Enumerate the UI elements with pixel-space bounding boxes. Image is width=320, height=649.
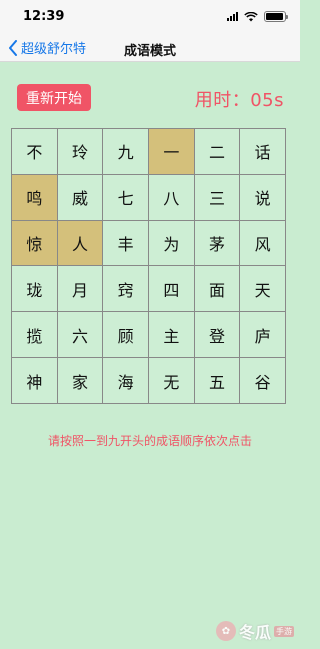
- grid-cell[interactable]: 面: [194, 266, 240, 312]
- grid-cell[interactable]: 无: [149, 358, 194, 403]
- grid-cell[interactable]: 天: [240, 266, 285, 312]
- grid-cell[interactable]: 四: [149, 266, 194, 312]
- grid-cell[interactable]: 五: [194, 358, 240, 403]
- status-bar: 12:39: [0, 0, 300, 34]
- battery-icon: [264, 11, 288, 22]
- elapsed-timer: 用时：05s: [194, 90, 284, 111]
- grid-cell[interactable]: 惊: [12, 220, 57, 266]
- grid-cell[interactable]: 玲: [57, 129, 103, 174]
- grid-cell[interactable]: 三: [194, 174, 240, 220]
- wifi-icon: [244, 11, 258, 21]
- status-icons: [227, 11, 288, 22]
- instruction-text: 请按照一到九开头的成语顺序依次点击: [47, 434, 252, 448]
- grid-cell[interactable]: 二: [194, 129, 240, 174]
- grid-cell[interactable]: 海: [103, 358, 148, 403]
- grid-cell[interactable]: 谷: [240, 358, 285, 403]
- grid-cell[interactable]: 神: [12, 358, 57, 403]
- watermark-logo-icon: ✿: [215, 621, 236, 641]
- grid-cell[interactable]: 说: [240, 174, 285, 220]
- grid-cell[interactable]: 丰: [103, 220, 148, 266]
- grid-cell[interactable]: 庐: [240, 312, 285, 358]
- grid-cell[interactable]: 风: [240, 220, 285, 266]
- grid-cell[interactable]: 顾: [103, 312, 148, 358]
- navigation-bar: 超级舒尔特 成语模式: [0, 34, 300, 62]
- watermark-sub: 手游: [274, 625, 294, 637]
- grid-cell[interactable]: 揽: [12, 312, 57, 358]
- grid-cell[interactable]: 为: [149, 220, 194, 266]
- status-time: 12:39: [23, 9, 65, 24]
- grid-cell[interactable]: 八: [149, 174, 194, 220]
- grid-cell[interactable]: 话: [240, 129, 285, 174]
- watermark-brand: 冬瓜: [238, 623, 271, 642]
- grid-cell[interactable]: 七: [103, 174, 148, 220]
- grid-cell[interactable]: 一: [149, 129, 194, 174]
- signal-icon: [227, 12, 238, 21]
- grid-cell[interactable]: 威: [57, 174, 103, 220]
- grid-cell[interactable]: 登: [194, 312, 240, 358]
- grid-cell[interactable]: 不: [12, 129, 57, 174]
- grid-cell[interactable]: 月: [57, 266, 103, 312]
- watermark: ✿ 冬瓜 手游: [215, 619, 294, 643]
- page-title: 成语模式: [123, 44, 176, 59]
- character-grid: 不玲九一二话鸣威七八三说惊人丰为茅风珑月窍四面天揽六顾主登庐神家海无五谷: [11, 128, 286, 404]
- grid-cell[interactable]: 六: [57, 312, 103, 358]
- grid-cell[interactable]: 茅: [194, 220, 240, 266]
- grid-cell[interactable]: 窍: [103, 266, 148, 312]
- grid-cell[interactable]: 家: [57, 358, 103, 403]
- restart-button[interactable]: 重新开始: [17, 84, 91, 111]
- grid-cell[interactable]: 人: [57, 220, 103, 266]
- grid-cell[interactable]: 九: [103, 129, 148, 174]
- grid-cell[interactable]: 珑: [12, 266, 57, 312]
- grid-cell[interactable]: 主: [149, 312, 194, 358]
- grid-cell[interactable]: 鸣: [12, 174, 57, 220]
